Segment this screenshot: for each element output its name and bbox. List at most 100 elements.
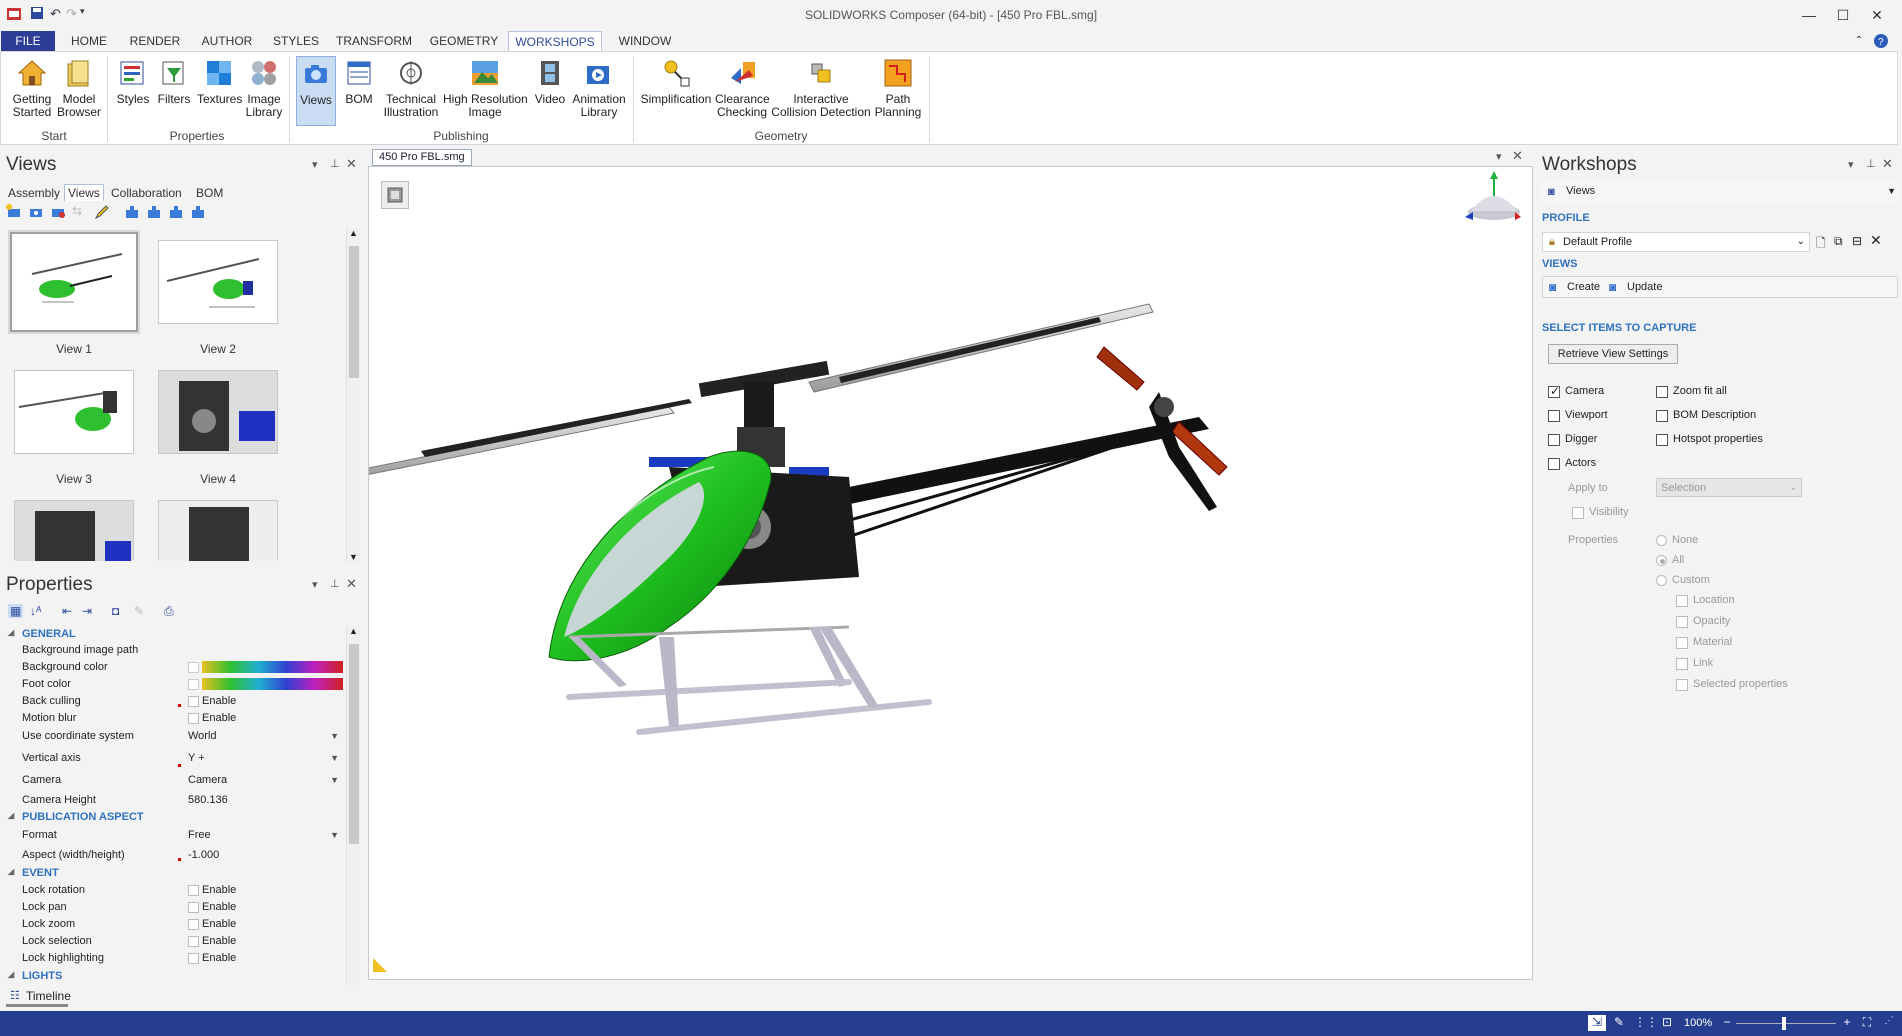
- technical-illustration-button[interactable]: Technical Illustration: [381, 56, 441, 119]
- menu-render[interactable]: RENDER: [126, 31, 184, 51]
- color-picker-bar[interactable]: [202, 661, 343, 673]
- profile-dropdown[interactable]: 🔒︎ Default Profile ⌄: [1542, 232, 1810, 252]
- categorized-icon[interactable]: ▦: [8, 604, 24, 618]
- select-mode-icon[interactable]: ⇲: [1588, 1015, 1606, 1031]
- animation-library-button[interactable]: Animation Library: [571, 56, 627, 119]
- high-resolution-image-button[interactable]: High Resolution Image: [443, 56, 528, 119]
- row-motion-blur[interactable]: Motion blur Enable: [0, 710, 345, 727]
- menu-author[interactable]: AUTHOR: [198, 31, 256, 51]
- pin-icon[interactable]: ⊥: [330, 157, 340, 170]
- lock-pan-checkbox[interactable]: [188, 902, 199, 913]
- zoom-slider[interactable]: [1736, 1023, 1836, 1024]
- tab-bom[interactable]: BOM: [196, 186, 223, 200]
- menu-geometry[interactable]: GEOMETRY: [428, 31, 500, 51]
- 3d-viewport[interactable]: [368, 166, 1533, 980]
- update-button[interactable]: Update: [1627, 281, 1662, 293]
- workshop-selector[interactable]: ◙ Views ▼: [1538, 182, 1900, 202]
- getting-started-button[interactable]: Getting Started: [9, 56, 55, 119]
- styles-button[interactable]: Styles: [113, 56, 153, 106]
- sort-icon[interactable]: ↓ᴬ: [30, 604, 41, 618]
- pen-mode-icon[interactable]: ✎: [1610, 1015, 1628, 1031]
- row-camera[interactable]: Camera Camera ▼: [0, 772, 345, 792]
- menu-workshops[interactable]: WORKSHOPS: [508, 31, 602, 51]
- play-view-icon-2[interactable]: [146, 204, 162, 223]
- play-view-icon-4[interactable]: [190, 204, 206, 223]
- create-button[interactable]: Create: [1567, 281, 1600, 293]
- bom-button[interactable]: BOM: [339, 56, 379, 106]
- row-back-culling[interactable]: Back culling Enable: [0, 693, 345, 710]
- panel-menu-icon[interactable]: ▾: [312, 578, 318, 591]
- row-lock-pan[interactable]: Lock pan Enable: [0, 899, 345, 916]
- delete-view-icon[interactable]: [50, 204, 66, 223]
- properties-scrollbar[interactable]: ▲ ▼: [346, 626, 360, 1002]
- view-thumbnail-3[interactable]: [14, 370, 134, 454]
- color-picker-bar[interactable]: [202, 678, 343, 690]
- views-scrollbar[interactable]: ▲ ▼: [346, 228, 360, 562]
- simplification-button[interactable]: Simplification: [639, 56, 713, 106]
- clearance-checking-button[interactable]: Clearance Checking: [715, 56, 770, 119]
- collapse-ribbon-icon[interactable]: ⌃: [1852, 31, 1866, 51]
- lock-zoom-checkbox[interactable]: [188, 919, 199, 930]
- menu-window[interactable]: WINDOW: [612, 31, 678, 51]
- textures-button[interactable]: Textures: [197, 56, 242, 106]
- help-icon[interactable]: ?: [1870, 31, 1892, 51]
- timeline-tab[interactable]: ☷ Timeline: [0, 985, 362, 1007]
- row-lock-zoom[interactable]: Lock zoom Enable: [0, 916, 345, 933]
- new-profile-icon[interactable]: 🗋︎: [1816, 234, 1826, 255]
- menu-file[interactable]: FILE: [1, 31, 55, 51]
- menu-transform[interactable]: TRANSFORM: [334, 31, 414, 51]
- section-event[interactable]: ◢ EVENT: [0, 865, 345, 881]
- section-general[interactable]: ◢ GENERAL: [0, 626, 345, 642]
- expand-icon[interactable]: ⇤: [62, 604, 72, 618]
- row-camera-height[interactable]: Camera Height 580.136: [0, 792, 345, 809]
- model-browser-button[interactable]: Model Browser: [57, 56, 101, 119]
- row-aspect[interactable]: Aspect (width/height) -1.000: [0, 847, 345, 864]
- lock-rotation-checkbox[interactable]: [188, 885, 199, 896]
- scroll-up-icon[interactable]: ▲: [349, 626, 358, 636]
- grid-icon[interactable]: ⋮⋮: [1634, 1015, 1658, 1031]
- pick-icon[interactable]: ✎: [134, 604, 144, 618]
- scroll-up-icon[interactable]: ▲: [349, 228, 358, 238]
- tab-collaboration[interactable]: Collaboration: [111, 186, 182, 200]
- filters-button[interactable]: Filters: [155, 56, 193, 106]
- row-foot-color[interactable]: Foot color: [0, 676, 345, 693]
- scroll-down-icon[interactable]: ▼: [349, 552, 358, 562]
- scroll-thumb[interactable]: [349, 644, 359, 844]
- row-vertical-axis[interactable]: Vertical axis Y + ▼: [0, 750, 345, 770]
- zoom-slider-handle[interactable]: [1782, 1017, 1786, 1030]
- resize-grip-icon[interactable]: ⋰: [1880, 1015, 1898, 1031]
- document-tab[interactable]: 450 Pro FBL.smg: [372, 149, 472, 166]
- view-thumbnail-6[interactable]: [158, 500, 278, 561]
- zoom-in-icon[interactable]: +: [1838, 1015, 1856, 1031]
- video-button[interactable]: Video: [531, 56, 569, 106]
- close-panel-icon[interactable]: ✕: [1882, 156, 1893, 172]
- rename-profile-icon[interactable]: ⊟: [1852, 234, 1862, 248]
- lock-selection-checkbox[interactable]: [188, 936, 199, 947]
- row-format[interactable]: Format Free ▼: [0, 827, 345, 847]
- zoom-fit-icon[interactable]: ⊡: [1658, 1015, 1676, 1031]
- motion-blur-checkbox[interactable]: [188, 713, 199, 724]
- row-lock-rotation[interactable]: Lock rotation Enable: [0, 882, 345, 899]
- image-library-button[interactable]: Image Library: [243, 56, 285, 119]
- play-view-icon-3[interactable]: [168, 204, 184, 223]
- view-thumbnail-2[interactable]: [158, 240, 278, 324]
- fullscreen-icon[interactable]: ⛶: [1858, 1015, 1876, 1031]
- close-document-icon[interactable]: ✕: [1512, 148, 1523, 164]
- collapse-icon[interactable]: ⇥: [82, 604, 92, 618]
- section-publication-aspect[interactable]: ◢ PUBLICATION ASPECT: [0, 809, 345, 825]
- reset-icon[interactable]: ◘: [112, 604, 119, 618]
- row-coordinate-system[interactable]: Use coordinate system World ▼: [0, 728, 345, 748]
- retrieve-view-settings-button[interactable]: Retrieve View Settings: [1548, 344, 1678, 364]
- close-panel-icon[interactable]: ✕: [346, 576, 357, 592]
- play-view-icon-1[interactable]: [124, 204, 140, 223]
- row-bg-image-path[interactable]: Background image path: [0, 642, 345, 659]
- menu-home[interactable]: HOME: [64, 31, 114, 51]
- copy-profile-icon[interactable]: ⧉: [1834, 234, 1843, 249]
- create-view-icon[interactable]: [6, 204, 22, 223]
- link-view-icon[interactable]: ⇆: [72, 204, 82, 218]
- section-lights[interactable]: ◢ LIGHTS: [0, 968, 345, 984]
- maximize-button[interactable]: ☐: [1828, 5, 1858, 25]
- close-button[interactable]: ✕: [1862, 5, 1892, 25]
- row-lock-highlighting[interactable]: Lock highlighting Enable: [0, 950, 345, 967]
- view-thumbnail-1[interactable]: [10, 232, 138, 332]
